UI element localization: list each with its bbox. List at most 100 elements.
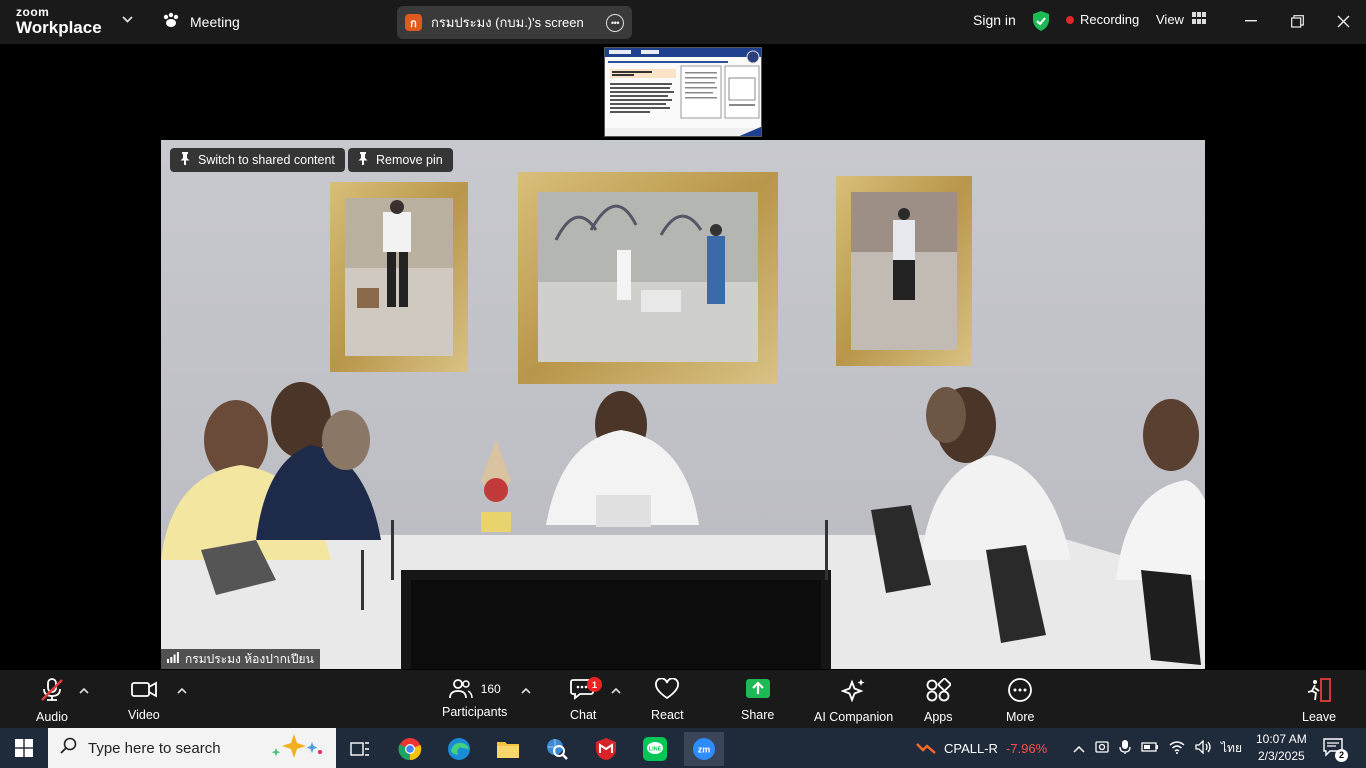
search-icon — [60, 737, 78, 759]
leave-button[interactable]: Leave — [1302, 678, 1336, 724]
file-explorer-icon[interactable] — [488, 732, 528, 766]
more-options-icon[interactable]: ••• — [606, 13, 624, 32]
taskbar-clock[interactable]: 10:07 AM 2/3/2025 — [1256, 731, 1307, 765]
sign-in-link[interactable]: Sign in — [973, 12, 1016, 28]
pin-icon — [358, 152, 368, 168]
apps-icon — [925, 677, 952, 710]
windows-start-button[interactable] — [0, 728, 48, 768]
recording-label: Recording — [1080, 12, 1140, 27]
meeting-menu[interactable]: Meeting — [162, 12, 240, 31]
chevron-down-icon[interactable] — [122, 14, 133, 26]
participants-options-chevron-icon[interactable] — [521, 686, 531, 697]
minimize-icon[interactable] — [1236, 8, 1266, 34]
ai-companion-button[interactable]: AI Companion — [814, 678, 893, 724]
line-app-icon[interactable]: LINE — [635, 732, 675, 766]
camera-icon[interactable] — [1095, 740, 1109, 757]
ai-companion-label: AI Companion — [814, 710, 894, 724]
system-tray: ไทย — [1073, 728, 1242, 768]
switch-to-shared-content-button[interactable]: Switch to shared content — [170, 148, 345, 172]
participants-count: 160 — [480, 682, 501, 696]
meeting-controls-toolbar: Audio Video 160 Participants Chat 1 Reac… — [0, 670, 1366, 728]
video-camera-icon — [130, 678, 157, 708]
microphone-tray-icon[interactable] — [1119, 739, 1131, 758]
heart-icon — [654, 677, 680, 708]
video-options-chevron-icon[interactable] — [177, 686, 187, 697]
chat-options-chevron-icon[interactable] — [611, 686, 621, 697]
active-speaker-video[interactable] — [161, 140, 1205, 669]
recording-dot-icon — [1066, 15, 1074, 24]
mcafee-icon[interactable] — [586, 732, 626, 766]
audio-label: Audio — [36, 710, 68, 724]
clock-date: 2/3/2025 — [1257, 749, 1305, 763]
clock-time: 10:07 AM — [1256, 732, 1307, 746]
switch-to-shared-content-label: Switch to shared content — [198, 153, 335, 167]
svg-text:LINE: LINE — [649, 747, 662, 753]
share-button[interactable]: Share — [741, 678, 774, 722]
participants-label: Participants — [442, 705, 508, 719]
react-label: React — [651, 708, 684, 722]
video-button[interactable]: Video — [128, 678, 160, 722]
stock-change: -7.96% — [1005, 740, 1048, 756]
stock-widget[interactable]: CPALL-R -7.96% — [916, 728, 1047, 768]
notification-icon: 2 — [1322, 737, 1348, 762]
audio-options-chevron-icon[interactable] — [79, 686, 89, 697]
zoom-app-icon[interactable]: zm — [684, 732, 724, 766]
sharer-avatar: ก — [405, 14, 422, 31]
more-button[interactable]: More — [1006, 678, 1034, 724]
task-view-icon[interactable] — [340, 732, 380, 766]
close-icon[interactable] — [1328, 8, 1358, 34]
logo-zoom-text: zoom — [16, 5, 50, 19]
stock-chart-icon — [916, 740, 936, 757]
pin-icon — [180, 152, 190, 168]
edge-icon[interactable] — [439, 732, 479, 766]
shared-screen-title: กรมประมง (กบม.)'s screen — [431, 15, 584, 30]
remove-pin-label: Remove pin — [376, 153, 443, 167]
sparkle-icon — [840, 678, 867, 710]
meeting-label: Meeting — [190, 13, 240, 30]
remove-pin-button[interactable]: Remove pin — [348, 148, 453, 172]
speaker-name: กรมประมง ห้องปากเปียน — [185, 651, 314, 666]
meeting-paw-icon — [162, 12, 180, 31]
more-dots-icon — [1007, 678, 1033, 710]
leave-label: Leave — [1302, 710, 1337, 724]
logo-workplace-text: Workplace — [16, 18, 102, 37]
shared-content-thumbnail[interactable] — [604, 47, 762, 137]
taskbar-search-box[interactable]: Type here to search — [48, 728, 336, 768]
chrome-icon[interactable] — [390, 732, 430, 766]
apps-label: Apps — [924, 710, 953, 724]
show-hidden-icons-chevron-icon[interactable] — [1073, 741, 1085, 756]
react-button[interactable]: React — [651, 677, 684, 722]
share-label: Share — [741, 708, 775, 722]
share-screen-icon — [745, 678, 771, 708]
leave-door-icon — [1306, 678, 1332, 710]
battery-icon[interactable] — [1141, 741, 1159, 756]
title-bar: zoom Workplace Meeting ก กรมประมง (กบม.)… — [0, 0, 1366, 44]
volume-icon[interactable] — [1195, 738, 1211, 757]
svg-text:zm: zm — [698, 745, 711, 755]
input-language[interactable]: ไทย — [1221, 739, 1242, 758]
chat-unread-badge: 1 — [587, 677, 602, 692]
network-search-app-icon[interactable] — [537, 732, 577, 766]
search-placeholder: Type here to search — [88, 739, 221, 757]
wifi-icon[interactable] — [1169, 740, 1185, 757]
apps-button[interactable]: Apps — [924, 677, 953, 724]
notification-count: 2 — [1335, 748, 1348, 762]
shared-screen-pill[interactable]: ก กรมประมง (กบม.)'s screen ••• — [397, 6, 632, 39]
audio-button[interactable]: Audio — [36, 678, 68, 724]
speaker-name-tag: กรมประมง ห้องปากเปียน — [161, 649, 320, 669]
microphone-muted-icon — [39, 678, 65, 710]
signal-strength-icon — [167, 652, 179, 666]
windows-logo-icon — [15, 739, 33, 757]
recording-indicator[interactable]: Recording — [1066, 12, 1139, 27]
grid-view-icon — [1191, 12, 1206, 27]
shield-check-icon[interactable] — [1031, 10, 1051, 37]
notification-center-button[interactable]: 2 — [1322, 728, 1348, 768]
chat-label: Chat — [570, 708, 597, 722]
view-menu[interactable]: View — [1156, 12, 1206, 27]
zoom-workplace-logo[interactable]: zoom Workplace — [16, 6, 102, 36]
more-label: More — [1006, 710, 1035, 724]
participants-icon-row: 160 — [448, 678, 501, 700]
participants-button[interactable]: 160 Participants — [442, 678, 507, 719]
windows-taskbar: Type here to search LINE zm CPALL-R -7.9… — [0, 728, 1366, 768]
restore-icon[interactable] — [1282, 8, 1312, 34]
